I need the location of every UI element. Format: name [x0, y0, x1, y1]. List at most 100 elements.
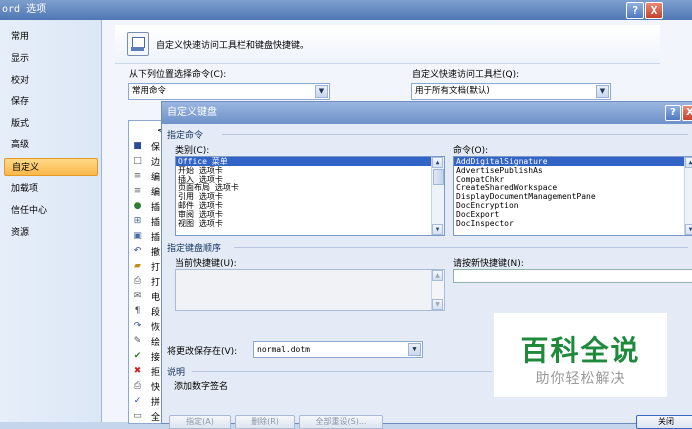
choose-from-value: 常用命令: [132, 86, 167, 96]
header-text: 自定义快速访问工具栏和键盘快捷键。: [156, 41, 310, 51]
list-item[interactable]: 拼: [151, 395, 160, 408]
nav-item-addins[interactable]: 加载项: [4, 180, 98, 198]
quick-print-icon: ⎙: [133, 381, 142, 391]
save-in-label: 将更改保存在(V):: [167, 347, 238, 357]
current-keys-listbox[interactable]: ▲ ▼: [175, 269, 445, 311]
list-item[interactable]: 打: [151, 275, 160, 288]
dialog-title-bar: 自定义键盘 ? X: [162, 102, 692, 124]
watermark-subtitle: 助你轻松解决: [535, 371, 626, 387]
list-item[interactable]: 保: [151, 140, 160, 153]
nav-item-proofing[interactable]: 校对: [4, 72, 98, 90]
nav-item-save[interactable]: 保存: [4, 93, 98, 111]
list-item[interactable]: 电: [151, 290, 160, 303]
new-key-label: 请按新快捷键(N):: [453, 259, 524, 269]
list-item[interactable]: CompatChkr: [454, 175, 692, 184]
reset-all-button[interactable]: 全部重设(S)...: [299, 415, 383, 429]
list-item[interactable]: 审阅 选项卡: [176, 210, 444, 219]
nav-item-resources[interactable]: 资源: [4, 224, 98, 242]
table-icon: ⊞: [133, 216, 142, 226]
customize-qat-dropdown[interactable]: 用于所有文档(默认) ▼: [411, 83, 611, 100]
vertical-scrollbar[interactable]: ▲ ▼: [684, 157, 692, 235]
dialog-title: 自定义键盘: [167, 107, 217, 118]
dialog-close-x[interactable]: X: [682, 105, 692, 121]
nav-item-common[interactable]: 常用: [4, 28, 98, 46]
list-item[interactable]: 撤: [151, 245, 160, 258]
list-item[interactable]: 开始 选项卡: [176, 166, 444, 175]
vertical-scrollbar[interactable]: ▲ ▼: [431, 270, 444, 310]
section-specify-command: 指定命令: [167, 131, 204, 141]
chevron-down-icon[interactable]: ▼: [596, 85, 609, 98]
customize-qat-value: 用于所有文档(默认): [415, 86, 490, 96]
scroll-up-icon[interactable]: ▲: [685, 157, 692, 168]
categories-label: 类别(C):: [175, 146, 210, 156]
nav-item-trust-center[interactable]: 信任中心: [4, 202, 98, 220]
description-text: 添加数字签名: [174, 382, 229, 392]
new-key-input[interactable]: [453, 269, 692, 283]
scroll-down-icon[interactable]: ▼: [432, 224, 443, 235]
list-item[interactable]: 编: [151, 185, 160, 198]
list-item[interactable]: 接: [151, 350, 160, 363]
scroll-down-icon[interactable]: ▼: [685, 224, 692, 235]
watermark-logo: 百科全说 助你轻松解决: [494, 313, 667, 397]
scroll-up-icon[interactable]: ▲: [432, 157, 443, 168]
nav-item-display[interactable]: 显示: [4, 50, 98, 68]
save-in-dropdown[interactable]: normal.dotm ▼: [253, 341, 423, 358]
list-item[interactable]: Office 菜单: [176, 157, 444, 166]
list-item[interactable]: DocExport: [454, 210, 692, 219]
commands-label: 命令(O):: [453, 146, 489, 156]
nav-item-advanced[interactable]: 高级: [4, 136, 98, 154]
close-button[interactable]: X: [645, 2, 663, 19]
chevron-down-icon[interactable]: ▼: [408, 343, 421, 356]
list-item[interactable]: 恢: [151, 320, 160, 333]
full-screen-icon: ▭: [133, 411, 142, 421]
list-item[interactable]: CreateSharedWorkspace: [454, 183, 692, 192]
list-item[interactable]: 打: [151, 260, 160, 273]
customize-qat-label: 自定义快速访问工具栏(Q):: [412, 70, 520, 80]
vertical-scrollbar[interactable]: ▲ ▼: [431, 157, 444, 235]
dialog-help-button[interactable]: ?: [665, 105, 681, 121]
scroll-thumb[interactable]: [433, 169, 444, 185]
list-item[interactable]: DocEncryption: [454, 201, 692, 210]
categories-listbox[interactable]: Office 菜单 开始 选项卡 插入 选项卡 页面布局 选项卡 引用 选项卡 …: [175, 156, 445, 236]
help-button[interactable]: ?: [626, 2, 644, 19]
choose-from-dropdown[interactable]: 常用命令 ▼: [128, 83, 330, 100]
draw-table-icon: ✎: [133, 336, 142, 346]
list-item[interactable]: DocInspector: [454, 219, 692, 228]
chevron-down-icon[interactable]: ▼: [315, 85, 328, 98]
list-item[interactable]: 段: [151, 305, 160, 318]
list-item[interactable]: 页面布局 选项卡: [176, 183, 444, 192]
description-label: 说明: [167, 368, 186, 378]
save-icon: ■: [133, 141, 142, 151]
list-item[interactable]: DisplayDocumentManagementPane: [454, 192, 692, 201]
nav-item-layout[interactable]: 版式: [4, 115, 98, 133]
list-item[interactable]: 编: [151, 170, 160, 183]
list-item[interactable]: AdvertisePublishAs: [454, 166, 692, 175]
print-icon: ⎙: [133, 276, 142, 286]
list-item[interactable]: 插: [151, 215, 160, 228]
list-item[interactable]: 插: [151, 230, 160, 243]
list-item[interactable]: 边: [151, 155, 160, 168]
list-item[interactable]: 视图 选项卡: [176, 219, 444, 228]
nav-item-customize[interactable]: 自定义: [4, 158, 98, 176]
redo-icon: ↷: [133, 321, 142, 331]
list-item[interactable]: 绘: [151, 335, 160, 348]
list-item[interactable]: 插: [151, 200, 160, 213]
window-title: ord 选项: [2, 4, 47, 15]
list-item[interactable]: 邮件 选项卡: [176, 201, 444, 210]
choose-from-label: 从下列位置选择命令(C):: [129, 70, 227, 80]
list-item[interactable]: 拒: [151, 365, 160, 378]
divider: [192, 371, 492, 372]
list-item[interactable]: AddDigitalSignature: [454, 157, 692, 166]
dialog-close-button[interactable]: 关闭: [636, 415, 692, 429]
list-item[interactable]: 全: [151, 410, 160, 423]
list-item[interactable]: 引用 选项卡: [176, 192, 444, 201]
list-item[interactable]: 快: [151, 380, 160, 393]
assign-button[interactable]: 指定(A): [169, 415, 231, 429]
commands-listbox[interactable]: AddDigitalSignature AdvertisePublishAs C…: [453, 156, 692, 236]
remove-button[interactable]: 删除(R): [235, 415, 295, 429]
customize-icon: [127, 32, 149, 56]
scroll-up-icon[interactable]: ▲: [432, 270, 443, 281]
bullets-icon: ≡: [133, 186, 142, 196]
scroll-down-icon[interactable]: ▼: [432, 299, 443, 310]
save-in-value: normal.dotm: [257, 345, 310, 354]
